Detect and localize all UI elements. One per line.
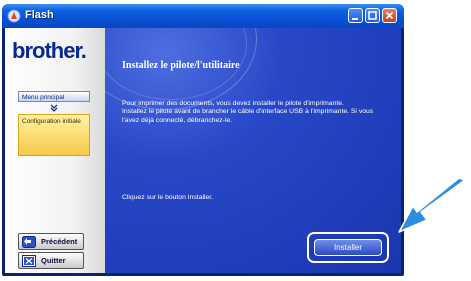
- page-title: Installez le pilote/l'utilitaire: [122, 60, 240, 71]
- description-paragraph-1: Pour imprimer des documents, vous devez …: [122, 100, 344, 107]
- menu-principal-item[interactable]: Menu principal: [18, 91, 90, 102]
- brother-logo: brother.: [12, 38, 87, 63]
- previous-button[interactable]: Précédent: [18, 233, 84, 250]
- menu-current-label: Configuration initiale: [22, 118, 81, 125]
- previous-button-label: Précédent: [41, 237, 78, 246]
- flash-icon: [7, 9, 21, 23]
- install-button[interactable]: Installer: [314, 239, 382, 256]
- chevron-down-icon: [50, 104, 58, 112]
- close-icon: [385, 11, 394, 20]
- quit-button[interactable]: Quitter: [18, 252, 84, 269]
- menu-current-item[interactable]: Configuration initiale: [18, 114, 90, 156]
- install-button-highlight: Installer: [307, 232, 389, 263]
- description-paragraph-2: Installez le pilote avant de brancher le…: [122, 108, 374, 124]
- pointer-arrow-icon: [398, 177, 466, 233]
- window-title: Flash: [25, 9, 54, 21]
- instruction-text: Cliquez sur le bouton Installer.: [122, 194, 214, 201]
- description-text: Pour imprimer des documents, vous devez …: [122, 100, 392, 125]
- app-window: Flash brother. Menu principal Configurat…: [2, 4, 404, 276]
- back-arrow-icon: [22, 236, 36, 248]
- window-frame: brother. Menu principal Configuration in…: [5, 28, 401, 273]
- sidebar: brother. Menu principal Configuration in…: [5, 28, 105, 273]
- content-panel: Installez le pilote/l'utilitaire Pour im…: [105, 28, 401, 273]
- quit-button-label: Quitter: [41, 256, 66, 265]
- close-button[interactable]: [382, 8, 397, 23]
- quit-icon: [22, 255, 36, 267]
- title-bar[interactable]: Flash: [2, 4, 404, 28]
- maximize-button[interactable]: [365, 8, 380, 23]
- maximize-icon: [368, 11, 377, 20]
- minimize-button[interactable]: [348, 8, 363, 23]
- minimize-icon: [352, 18, 358, 20]
